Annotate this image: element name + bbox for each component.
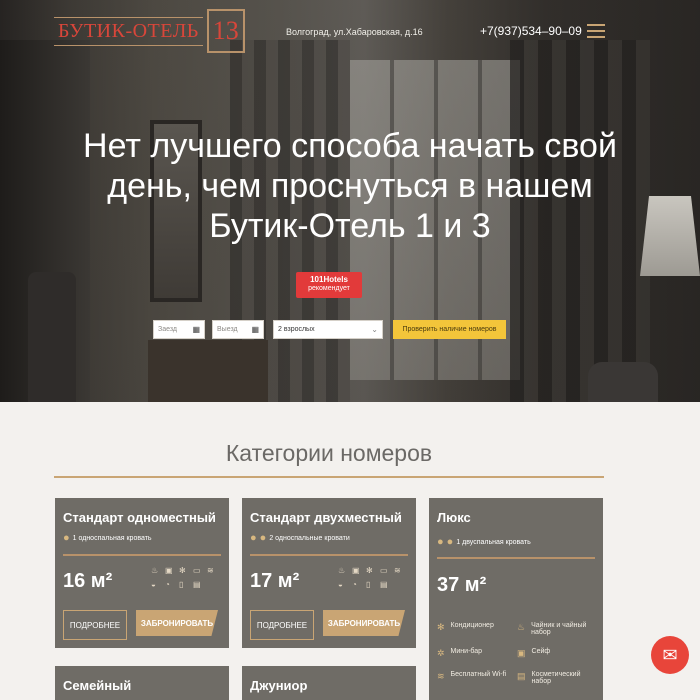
chat-icon[interactable]: ✉ xyxy=(651,636,689,674)
amenity-item: ▣ Сейф xyxy=(517,648,597,659)
room-title: Джуниор xyxy=(250,678,308,693)
person-icon: ● xyxy=(437,536,444,548)
wifi-icon: ≋ xyxy=(437,671,445,681)
amenity-item: ✲ Мини-бар xyxy=(437,648,517,659)
tv-icon: ▭ xyxy=(380,566,388,575)
logo-number: 13 xyxy=(206,9,245,53)
categories-title: Категории номеров xyxy=(225,440,433,466)
room-bed-label: 1 двуспальная кровать xyxy=(456,538,531,546)
card-divider xyxy=(437,557,595,559)
amenity-item: ♨ Чайник и чайный набор xyxy=(517,622,597,636)
checkin-field[interactable]: Заезд ▦ xyxy=(153,320,205,339)
amenity-label: Мини-бар xyxy=(450,648,483,655)
burger-icon[interactable] xyxy=(587,24,605,38)
room-title: Стандарт двухместный xyxy=(250,510,402,525)
more-button[interactable]: ПОДРОБНЕЕ xyxy=(250,610,314,640)
room-bed: ● ● 1 двуспальная кровать xyxy=(437,536,531,548)
card-divider xyxy=(63,554,221,556)
chevron-down-icon: ⌄ xyxy=(371,325,378,334)
person-icon: ● xyxy=(250,532,257,544)
room-size: 16 м² xyxy=(63,570,113,592)
room-bed-label: 2 односпальные кровати xyxy=(269,534,350,542)
hero-photo-lamp xyxy=(640,196,700,276)
hero-photo-desk xyxy=(148,340,268,402)
tv-icon: ▭ xyxy=(193,566,201,575)
section-divider xyxy=(54,476,604,478)
amenity-label: Косметический набор xyxy=(531,671,581,685)
guests-select[interactable]: 2 взрослых ⌄ xyxy=(273,320,383,339)
wifi-icon: ≋ xyxy=(207,566,214,575)
hero-photo-armchair xyxy=(588,362,658,402)
card-divider xyxy=(250,554,408,556)
room-size: 37 м² xyxy=(437,574,487,596)
amenity-label: Сейф xyxy=(531,648,551,655)
fridge-icon: ▯ xyxy=(366,580,371,589)
kettle-icon: ♨ xyxy=(151,566,159,575)
book-button[interactable]: ЗАБРОНИРОВАТЬ xyxy=(323,610,405,636)
safe-icon: ▣ xyxy=(517,648,526,658)
room-title: Стандарт одноместный xyxy=(63,510,216,525)
room-bed: ● 1 односпальная кровать xyxy=(63,532,152,544)
check-availability-button[interactable]: Проверить наличие номеров xyxy=(393,320,506,339)
badge-title: 101Hotels xyxy=(310,275,348,284)
site-logo[interactable]: БУТИК-ОТЕЛЬ 13 xyxy=(54,9,245,53)
badge-subtitle: рекомендует xyxy=(308,285,350,292)
hotel-address: Волгоград, ул.Хабаровская, д.16 xyxy=(286,27,423,37)
room-card-junior[interactable]: Джуниор xyxy=(242,666,416,700)
safe-icon: ▣ xyxy=(165,566,173,575)
kettle-icon: ♨ xyxy=(517,622,526,632)
phone-link[interactable]: +7(937)534–90–09 xyxy=(480,24,582,38)
room-title: Семейный xyxy=(63,678,132,693)
amenities-icons: ♨ ▣ ✻ ▭ ≋ ◒ ◔ ▯ ▤ xyxy=(338,566,406,589)
ac-icon: ✻ xyxy=(366,566,373,575)
room-card-family[interactable]: Семейный xyxy=(55,666,229,700)
ac-icon: ✻ xyxy=(179,566,186,575)
amenity-label: Бесплатный Wi-fi xyxy=(450,671,507,678)
amenity-item: ✻ Кондиционер xyxy=(437,622,517,636)
hairdryer-icon: ◔ xyxy=(352,580,357,589)
amenities-list: ✻ Кондиционер ♨ Чайник и чайный набор ✲ Мин… xyxy=(437,622,597,685)
minibar-icon: ✲ xyxy=(437,648,445,658)
room-size: 17 м² xyxy=(250,570,300,592)
room-card-lux[interactable]: Люкс ● ● 1 двуспальная кровать 37 м² ✻ Ко… xyxy=(429,498,603,700)
book-button[interactable]: ЗАБРОНИРОВАТЬ xyxy=(136,610,218,636)
person-icon: ● xyxy=(446,536,454,548)
checkin-placeholder: Заезд xyxy=(158,326,178,333)
desk-icon: ▤ xyxy=(380,580,388,589)
hero-headline: Нет лучшего способа начать свой день, че… xyxy=(83,127,617,245)
room-card-standard-single[interactable]: Стандарт одноместный ● 1 односпальная кр… xyxy=(55,498,229,648)
more-button[interactable]: ПОДРОБНЕЕ xyxy=(63,610,127,640)
kettle-icon: ♨ xyxy=(338,566,346,575)
checkout-field[interactable]: Выезд ▦ xyxy=(212,320,264,339)
calendar-icon: ▦ xyxy=(251,325,259,334)
room-card-standard-double[interactable]: Стандарт двухместный ● ● 2 односпальные … xyxy=(242,498,416,648)
desk-icon: ▤ xyxy=(193,580,201,589)
amenities-icons: ♨ ▣ ✻ ▭ ≋ ◒ ◔ ▯ ▤ xyxy=(151,566,219,589)
guests-value: 2 взрослых xyxy=(278,326,315,333)
amenity-label: Чайник и чайный набор xyxy=(531,622,587,636)
logo-text: БУТИК-ОТЕЛЬ xyxy=(54,16,203,46)
fridge-icon: ▯ xyxy=(179,580,184,589)
ac-icon: ✻ xyxy=(437,622,445,632)
room-title: Люкс xyxy=(437,510,471,525)
101hotels-badge[interactable]: 101Hotels рекомендует xyxy=(296,272,362,298)
room-bed: ● ● 2 односпальные кровати xyxy=(250,532,350,544)
person-icon: ● xyxy=(63,532,70,544)
amenity-item: ▤ Косметический набор xyxy=(517,671,597,685)
cosmetics-icon: ▤ xyxy=(517,671,526,681)
hero-photo-chair xyxy=(28,272,76,402)
checkout-placeholder: Выезд xyxy=(217,326,238,333)
amenity-item: ≋ Бесплатный Wi-fi xyxy=(437,671,517,685)
calendar-icon: ▦ xyxy=(192,325,200,334)
person-icon: ● xyxy=(259,532,267,544)
amenity-label: Кондиционер xyxy=(450,622,494,629)
safe-icon: ▣ xyxy=(352,566,360,575)
bath-icon: ◒ xyxy=(338,580,343,589)
wifi-icon: ≋ xyxy=(394,566,401,575)
bath-icon: ◒ xyxy=(151,580,156,589)
room-bed-label: 1 односпальная кровать xyxy=(72,534,152,542)
hairdryer-icon: ◔ xyxy=(165,580,170,589)
